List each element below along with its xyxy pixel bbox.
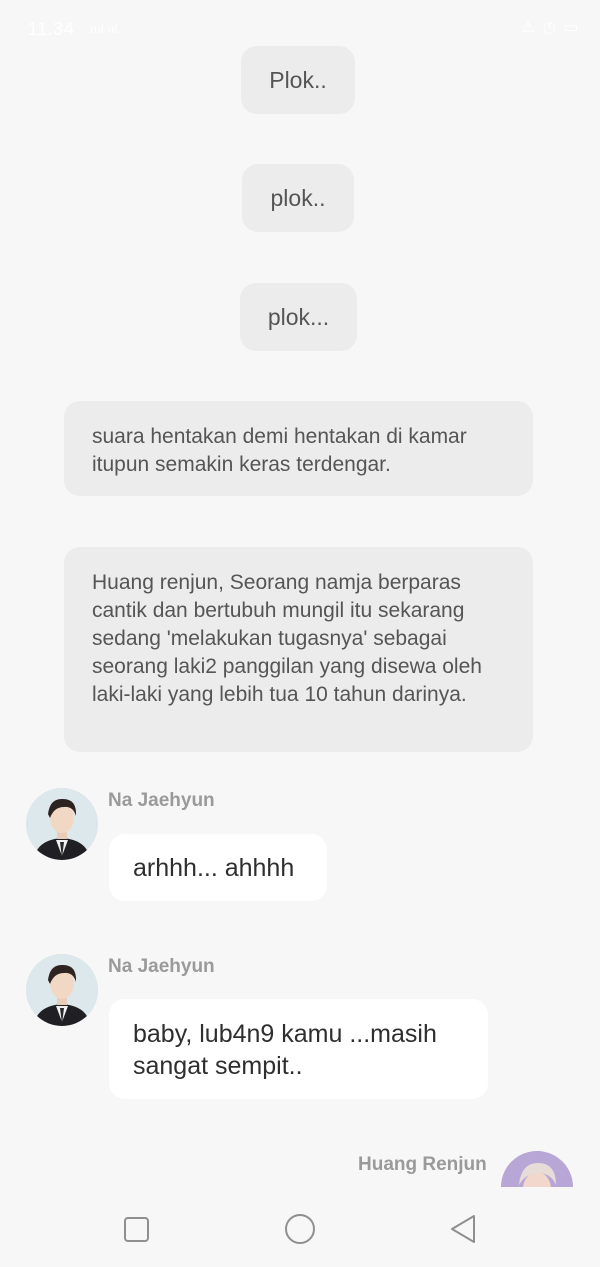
narration-bubble: plok.. — [242, 164, 354, 232]
triangle-back-icon — [451, 1215, 475, 1243]
signal-icon: ıııl ııl — [90, 21, 118, 36]
status-icons: ⚠ ◷ ▭ — [521, 18, 578, 36]
sender-name: Na Jaehyun — [108, 956, 215, 977]
sender-name: Huang Renjun — [358, 1154, 487, 1175]
avatar[interactable] — [26, 788, 98, 860]
avatar[interactable] — [501, 1151, 573, 1187]
home-button[interactable] — [280, 1209, 320, 1249]
avatar-portrait-icon — [501, 1151, 573, 1187]
clock-icon: ◷ — [542, 19, 556, 36]
alarm-icon: ⚠ — [521, 19, 535, 36]
narration-bubble: suara hentakan demi hentakan di kamar it… — [64, 401, 533, 496]
status-bar: 11.34 ıııl ııl ⚠ ◷ ▭ — [0, 0, 600, 46]
avatar-portrait-icon — [26, 788, 98, 860]
circle-icon — [285, 1214, 315, 1244]
battery-icon: ▭ — [563, 19, 578, 36]
square-icon — [124, 1217, 149, 1242]
narration-bubble: Huang renjun, Seorang namja berparas can… — [64, 547, 533, 752]
message-bubble[interactable]: baby, lub4n9 kamu ...masih sangat sempit… — [109, 999, 488, 1099]
sender-name: Na Jaehyun — [108, 790, 215, 811]
narration-bubble: Plok.. — [241, 46, 355, 114]
status-time: 11.34 — [28, 19, 75, 39]
back-button[interactable] — [442, 1209, 482, 1249]
avatar-portrait-icon — [26, 954, 98, 1026]
narration-bubble: plok... — [240, 283, 357, 351]
message-bubble[interactable]: arhhh... ahhhh — [109, 834, 327, 901]
recent-apps-button[interactable] — [116, 1209, 156, 1249]
navigation-bar — [0, 1187, 600, 1267]
avatar-clip — [500, 1151, 574, 1187]
avatar[interactable] — [26, 954, 98, 1026]
